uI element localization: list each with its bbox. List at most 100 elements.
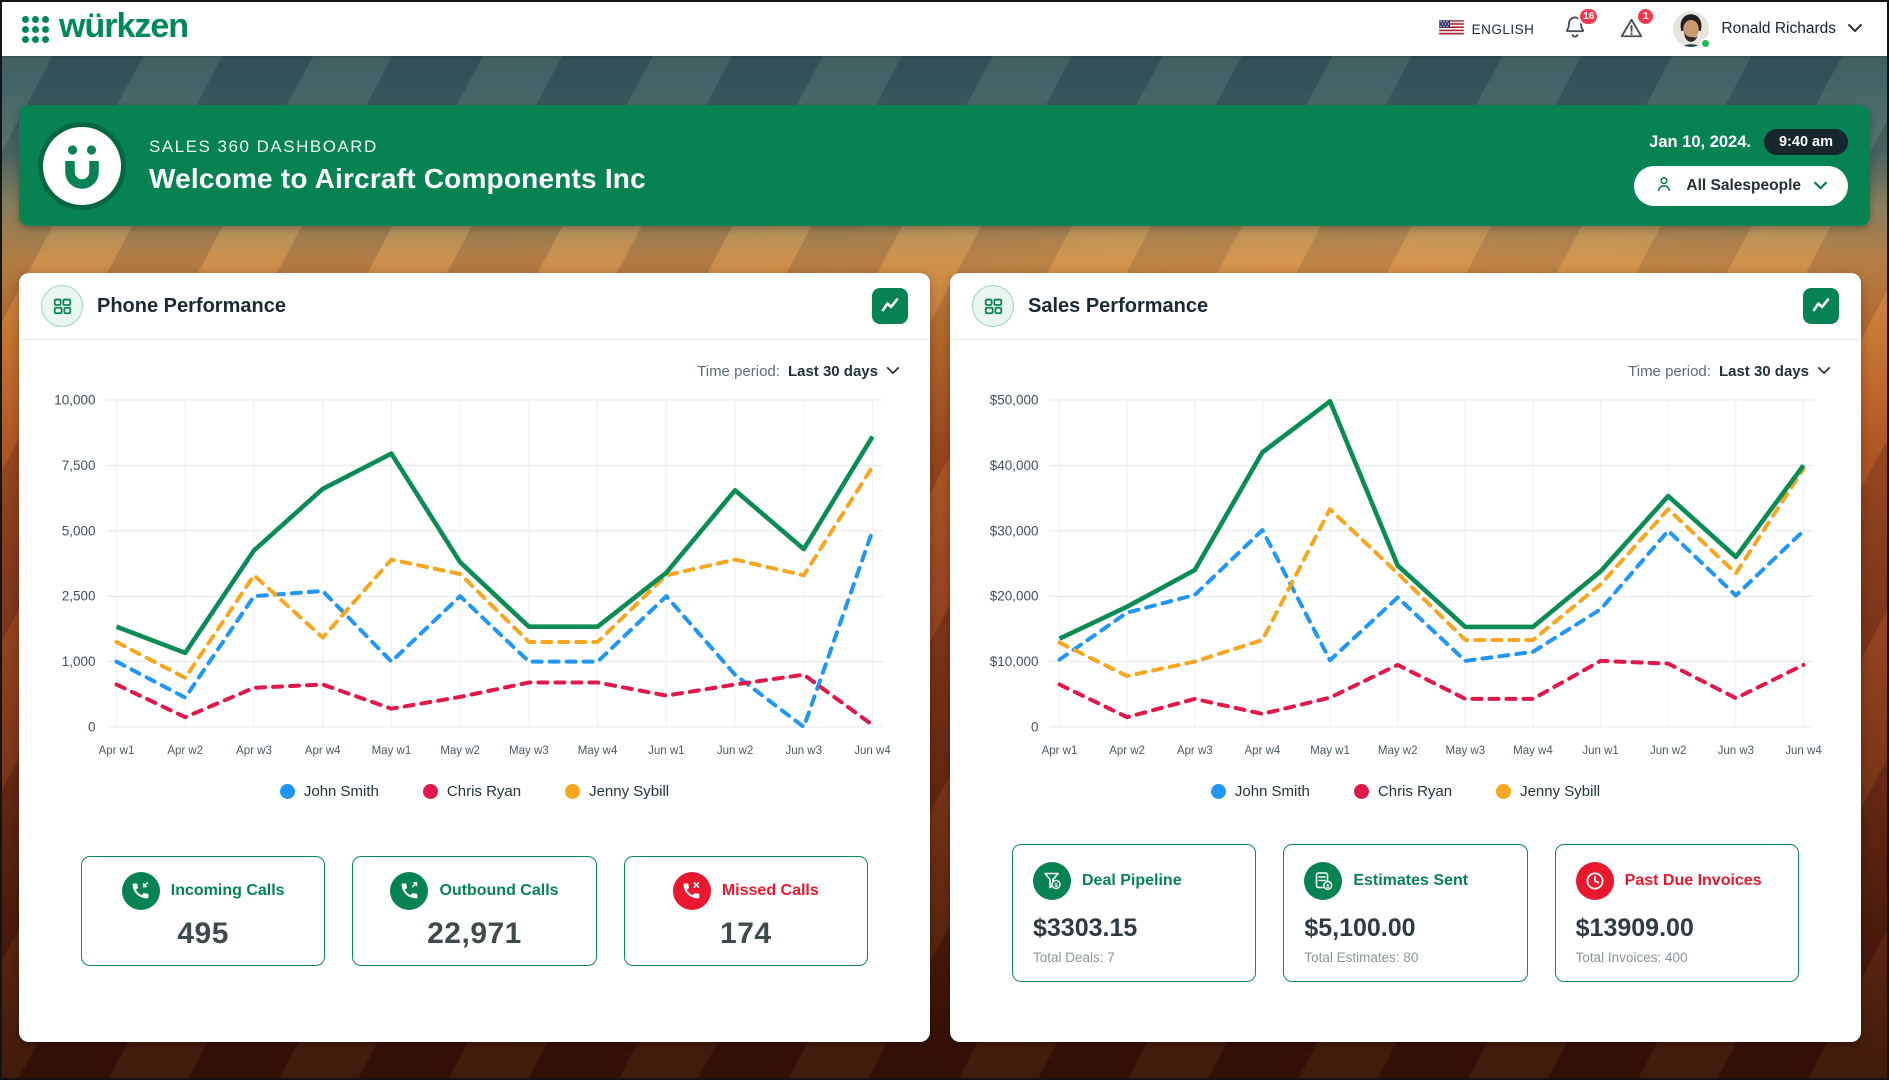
stat-subtext: Total Estimates: 80 [1304, 950, 1506, 965]
estimates-sent-icon: $ [1304, 862, 1342, 900]
legend-item-jenny-sybill: Jenny Sybill [565, 783, 669, 800]
phone-legend: John Smith Chris Ryan Jenny Sybill [19, 783, 930, 800]
divider [19, 339, 930, 340]
top-navbar: würkzen [2, 2, 1887, 56]
sales-chart-svg: 0$10,000$20,000$30,000$40,000$50,000Apr … [966, 384, 1835, 769]
chevron-down-icon [1813, 177, 1828, 195]
stat-label: Missed Calls [722, 882, 819, 900]
legend-label: Jenny Sybill [589, 783, 669, 800]
salespeople-filter-button[interactable]: All Salespeople [1634, 166, 1848, 206]
phone-stats-row: Incoming Calls 495 Outbound Cal [19, 856, 930, 966]
alerts-badge: 1 [1636, 7, 1655, 26]
time-period-label: Time period: [697, 363, 780, 380]
missed-call-icon [673, 872, 711, 910]
legend-item-chris-ryan: Chris Ryan [1354, 783, 1452, 800]
svg-text:Jun w3: Jun w3 [1718, 745, 1754, 757]
deal-pipeline-stat: $ Deal Pipeline $3303.15 Total Deals: 7 [1012, 844, 1256, 982]
trend-icon [1811, 295, 1831, 318]
svg-text:May w3: May w3 [1446, 745, 1486, 757]
svg-text:$10,000: $10,000 [990, 654, 1039, 669]
svg-text:Jun w2: Jun w2 [717, 745, 753, 757]
svg-text:Apr w2: Apr w2 [1109, 745, 1145, 757]
us-flag-icon [1439, 20, 1464, 38]
legend-dot-red [423, 784, 438, 799]
svg-text:0: 0 [88, 720, 96, 735]
sales-time-period-dropdown[interactable]: Time period: Last 30 days [950, 362, 1831, 380]
stat-label: Outbound Calls [439, 882, 558, 900]
sales-chart-button[interactable] [1803, 288, 1839, 324]
banner-text: SALES 360 DASHBOARD Welcome to Aircraft … [149, 137, 646, 195]
phone-chart-button[interactable] [872, 288, 908, 324]
divider [950, 339, 1861, 340]
banner-title: Welcome to Aircraft Components Inc [149, 163, 646, 195]
svg-text:Jun w3: Jun w3 [786, 745, 822, 757]
welcome-banner: SALES 360 DASHBOARD Welcome to Aircraft … [19, 105, 1870, 226]
svg-text:1,000: 1,000 [62, 654, 96, 669]
stat-value: $13909.00 [1576, 914, 1778, 943]
legend-dot-blue [280, 784, 295, 799]
svg-text:Apr w4: Apr w4 [305, 745, 341, 757]
dashboard-cards: Phone Performance Time period: Last 30 d… [19, 273, 1870, 1042]
stat-subtext: Total Invoices: 400 [1576, 950, 1778, 965]
svg-text:Jun w1: Jun w1 [1582, 745, 1618, 757]
legend-dot-blue [1211, 784, 1226, 799]
svg-text:10,000: 10,000 [54, 393, 95, 408]
stat-value: $5,100.00 [1304, 914, 1506, 943]
svg-text:May w4: May w4 [578, 745, 618, 757]
stat-label: Deal Pipeline [1082, 872, 1182, 890]
stat-value: 22,971 [427, 917, 522, 951]
legend-label: Chris Ryan [1378, 783, 1452, 800]
svg-text:Apr w3: Apr w3 [1177, 745, 1213, 757]
phone-time-period-dropdown[interactable]: Time period: Last 30 days [19, 362, 900, 380]
bell-icon [1562, 29, 1588, 44]
sales-card-header: Sales Performance [950, 273, 1861, 339]
legend-dot-red [1354, 784, 1369, 799]
svg-text:$: $ [1327, 883, 1330, 889]
current-time-pill: 9:40 am [1764, 129, 1848, 155]
sales-chart: 0$10,000$20,000$30,000$40,000$50,000Apr … [950, 384, 1861, 769]
user-menu[interactable]: Ronald Richards [1672, 10, 1863, 48]
phone-card-title: Phone Performance [97, 295, 286, 318]
brand-name: würkzen [59, 9, 188, 49]
svg-text:Jun w1: Jun w1 [648, 745, 684, 757]
person-icon [1654, 174, 1674, 199]
app-frame: würkzen [0, 0, 1889, 1080]
svg-text:$30,000: $30,000 [990, 523, 1039, 538]
time-period-value: Last 30 days [788, 363, 878, 380]
date-row: Jan 10, 2024. 9:40 am [1649, 129, 1848, 155]
sales-card-title: Sales Performance [1028, 295, 1208, 318]
svg-text:Jun w4: Jun w4 [1785, 745, 1822, 757]
phone-chart-svg: 01,0002,5005,0007,50010,000Apr w1Apr w2A… [35, 384, 904, 769]
current-date: Jan 10, 2024. [1649, 133, 1751, 152]
svg-text:Apr w3: Apr w3 [236, 745, 272, 757]
salespeople-filter-label: All Salespeople [1686, 177, 1801, 195]
stat-label: Estimates Sent [1353, 872, 1468, 890]
svg-text:Apr w2: Apr w2 [167, 745, 203, 757]
notifications-button[interactable]: 16 [1560, 14, 1590, 44]
outbound-calls-stat: Outbound Calls 22,971 [352, 856, 596, 966]
language-selector[interactable]: ENGLISH [1439, 20, 1535, 38]
svg-text:0: 0 [1031, 720, 1039, 735]
svg-text:Jun w2: Jun w2 [1650, 745, 1686, 757]
svg-text:$20,000: $20,000 [990, 589, 1039, 604]
navbar-right: ENGLISH 16 [1439, 10, 1863, 48]
svg-text:Apr w1: Apr w1 [1042, 745, 1078, 757]
trend-icon [880, 295, 900, 318]
legend-dot-yellow [565, 784, 580, 799]
phone-performance-card: Phone Performance Time period: Last 30 d… [19, 273, 930, 1042]
alerts-button[interactable]: 1 [1616, 14, 1646, 44]
user-name: Ronald Richards [1721, 20, 1836, 38]
phone-chart: 01,0002,5005,0007,50010,000Apr w1Apr w2A… [19, 384, 930, 769]
svg-text:Apr w4: Apr w4 [1245, 745, 1281, 757]
language-label: ENGLISH [1472, 22, 1535, 37]
brand: würkzen [22, 9, 188, 49]
notifications-badge: 16 [1578, 7, 1599, 26]
svg-text:2,500: 2,500 [62, 589, 96, 604]
warning-icon [1618, 29, 1645, 44]
stat-label: Past Due Invoices [1625, 872, 1762, 890]
stat-value: 174 [720, 917, 772, 951]
outbound-call-icon [390, 872, 428, 910]
svg-text:$50,000: $50,000 [990, 393, 1039, 408]
banner-left: SALES 360 DASHBOARD Welcome to Aircraft … [43, 127, 646, 205]
svg-text:May w2: May w2 [1378, 745, 1418, 757]
